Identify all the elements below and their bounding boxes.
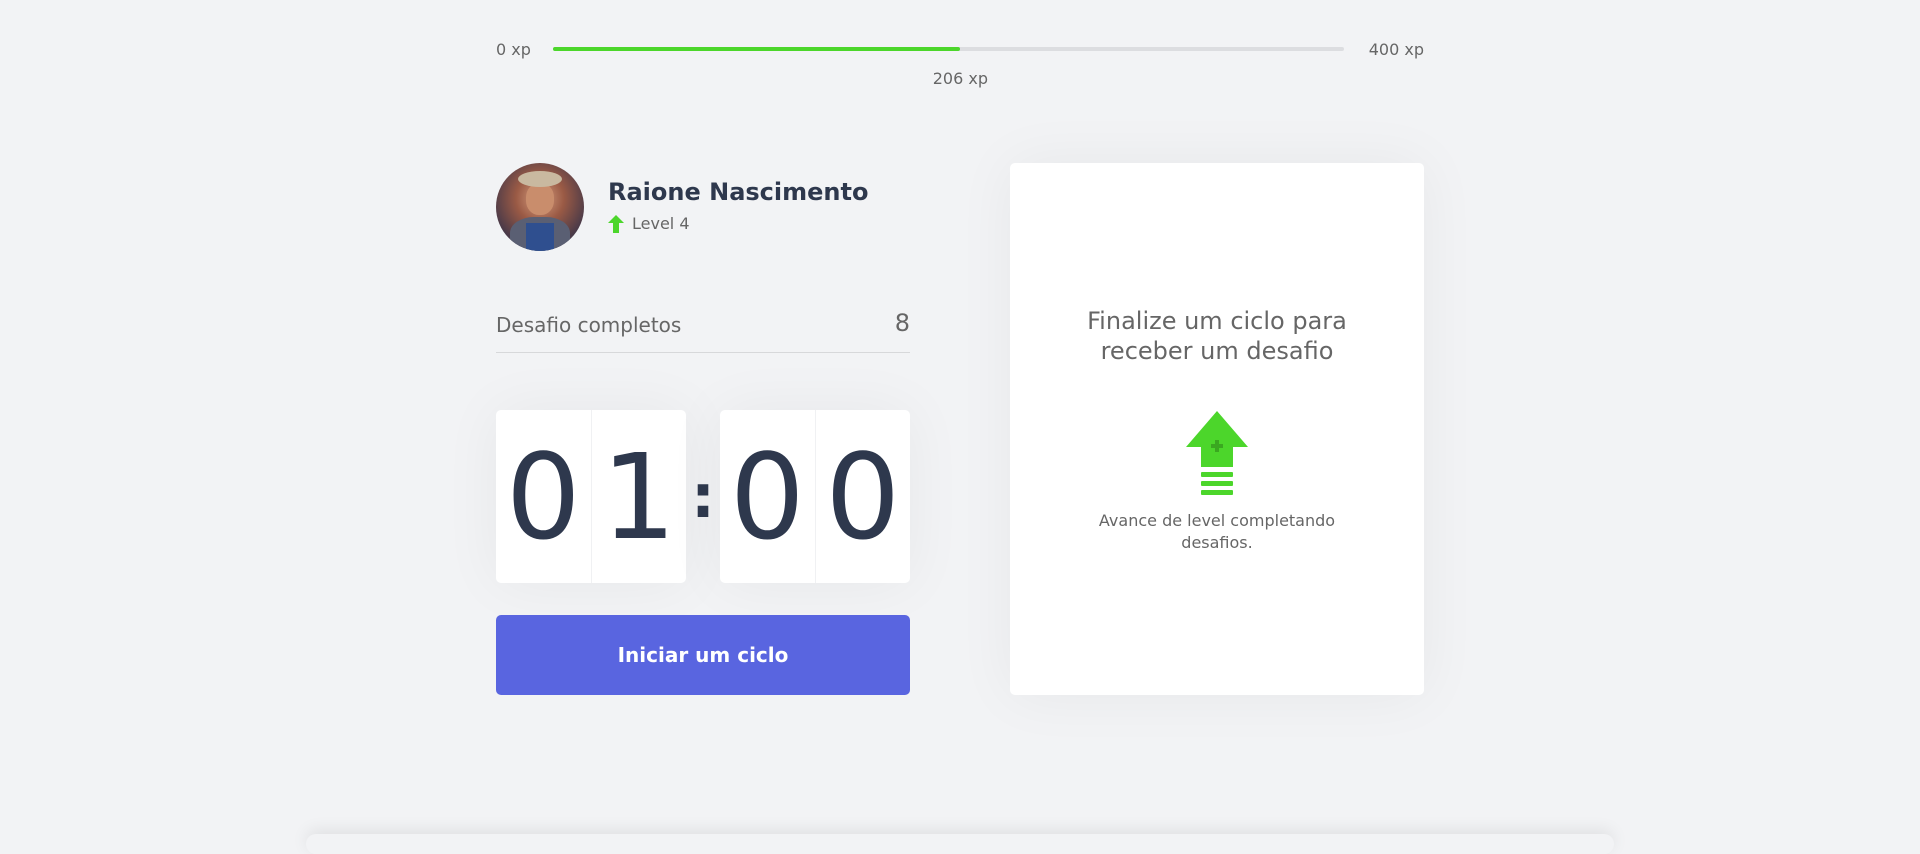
challenge-box-title: Finalize um ciclo para receber um desafi… xyxy=(1087,307,1347,365)
experience-bar: 0 xp 206 xp 400 xp xyxy=(496,38,1424,88)
profile-info: Raione Nascimento Level 4 xyxy=(608,178,868,233)
second-digit-right: 0 xyxy=(814,410,911,583)
completed-challenges-count: 8 xyxy=(894,309,910,337)
minute-digit-left: 0 xyxy=(505,427,581,566)
xp-min-label: 0 xp xyxy=(496,40,531,59)
start-cycle-button[interactable]: Iniciar um ciclo xyxy=(496,615,910,695)
xp-track: 206 xp xyxy=(553,47,1344,88)
level-up-arrow-icon xyxy=(1186,411,1248,495)
level-label: Level 4 xyxy=(632,214,690,233)
bottom-panel-edge xyxy=(306,834,1614,854)
level-up-arrow-icon xyxy=(608,214,624,233)
completed-challenges: Desafio completos 8 xyxy=(496,303,910,353)
left-column: Raione Nascimento Level 4 Desafio comple… xyxy=(496,163,910,695)
second-digit-left: 0 xyxy=(729,427,805,566)
minute-digit-right: 1 xyxy=(590,410,687,583)
level-row: Level 4 xyxy=(608,214,868,233)
profile-name: Raione Nascimento xyxy=(608,178,869,206)
xp-max-label: 400 xp xyxy=(1368,40,1424,59)
challenge-box-description: Avance de level completando desafios. xyxy=(1098,511,1336,552)
completed-challenges-label: Desafio completos xyxy=(496,313,682,337)
countdown-seconds: 0 0 xyxy=(720,410,910,583)
app-container: 0 xp 206 xp 400 xp Raione Nascimento Lev… xyxy=(496,0,1424,840)
xp-current-label: 206 xp xyxy=(932,69,988,88)
profile: Raione Nascimento Level 4 xyxy=(496,163,910,253)
countdown-minutes: 0 1 xyxy=(496,410,686,583)
avatar xyxy=(496,163,584,251)
xp-fill xyxy=(553,47,961,51)
challenge-box: Finalize um ciclo para receber um desafi… xyxy=(1010,163,1424,695)
countdown: 0 1 : 0 0 xyxy=(496,410,910,583)
countdown-separator: : xyxy=(691,461,715,532)
